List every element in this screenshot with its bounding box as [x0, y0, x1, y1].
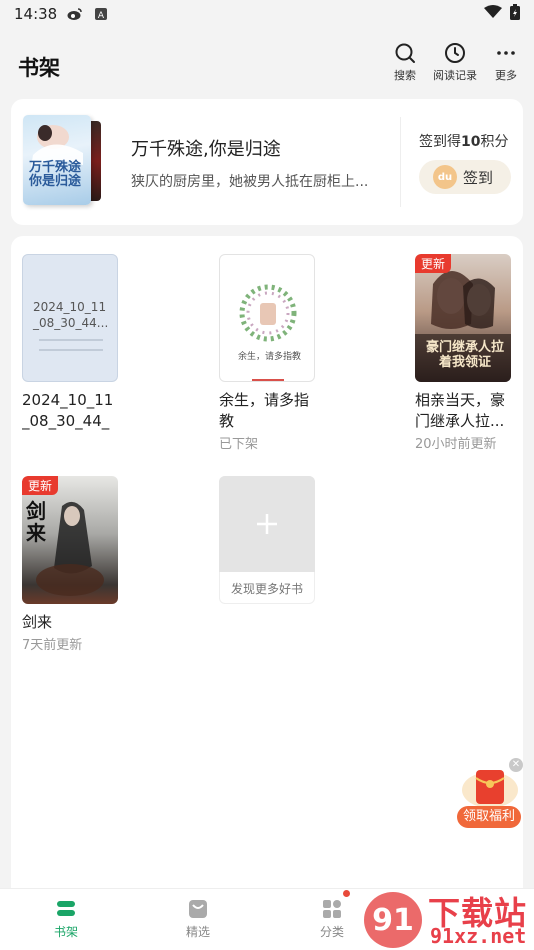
wifi-icon	[484, 5, 502, 23]
discover-more-books-button[interactable]: 发现更多好书	[219, 476, 315, 604]
featured-book[interactable]: 万千殊途你是归途	[23, 115, 119, 205]
page-title: 书架	[18, 56, 60, 80]
featured-cover-text: 万千殊途你是归途	[29, 160, 82, 189]
tab-label: 书架	[53, 925, 78, 939]
file-line	[39, 339, 103, 341]
signin-reward-text: 签到得10积分	[419, 134, 509, 150]
book-cover: 豪门继承人拉着我领证 更新	[415, 254, 511, 382]
search-button[interactable]: 搜索	[377, 42, 433, 83]
category-grid-icon	[323, 900, 341, 918]
watermark-site: 91xz.net	[430, 924, 527, 948]
reading-history-label: 阅读记录	[433, 69, 477, 82]
update-badge: 更新	[22, 476, 59, 495]
featured-card: 万千殊途你是归途 万千殊途,你是归途 狭仄的厨房里，她被男人抵在厨柜上... 签…	[11, 99, 523, 225]
accessibility-icon: A	[93, 7, 109, 21]
book-update-time: 20小时前更新	[415, 437, 497, 452]
status-time: 14:38	[14, 5, 58, 23]
more-label: 更多	[495, 69, 517, 82]
book-title: 余生，请多指教	[219, 391, 310, 430]
book-cover: 2024_10_11_08_30_44...	[22, 254, 118, 382]
update-badge: 更新	[415, 254, 452, 273]
divider	[400, 117, 401, 207]
featured-book-cover: 万千殊途你是归途	[23, 115, 91, 205]
book-cover-title: 余生，请多指教	[238, 352, 302, 362]
weibo-icon	[67, 7, 83, 21]
search-icon	[395, 43, 415, 63]
tab-label: 分类	[319, 925, 344, 939]
shelf-book[interactable]: 剑来 更新 剑来 7天前更新	[22, 476, 118, 653]
book-title: 相亲当天，豪门继承人拉...	[415, 391, 506, 430]
book-update-time: 7天前更新	[22, 638, 83, 653]
more-dots-icon	[497, 51, 515, 55]
reading-history-button[interactable]: 阅读记录	[427, 42, 483, 83]
coin-icon: du	[433, 165, 457, 189]
svg-text:A: A	[98, 11, 105, 20]
book-status: 已下架	[219, 437, 259, 452]
notification-dot	[343, 890, 350, 897]
status-bar: 14:38 A	[0, 0, 534, 28]
shelf-book[interactable]: 2024_10_11_08_30_44... 2024_10_11_08_30_…	[22, 254, 118, 432]
gift-label[interactable]: 领取福利	[457, 806, 521, 828]
bookshelf: 2024_10_11_08_30_44... 2024_10_11_08_30_…	[11, 236, 523, 896]
book-cover: 余生，请多指教	[219, 254, 315, 382]
add-icon	[219, 476, 315, 572]
book-title: 2024_10_11_08_30_44_1...	[22, 391, 114, 430]
clock-icon	[445, 43, 465, 63]
tab-category[interactable]: 分类	[297, 899, 367, 940]
file-line	[39, 349, 103, 351]
featured-bag-icon	[189, 900, 207, 918]
signin-points: 10	[461, 134, 481, 150]
header: 书架 搜索 阅读记录 更多	[0, 40, 534, 90]
book-cover: 剑来 更新	[22, 476, 118, 604]
bookshelf-icon	[57, 901, 75, 916]
signin-button[interactable]: du 签到	[419, 160, 511, 194]
more-button[interactable]: 更多	[478, 42, 534, 83]
shelf-book[interactable]: 余生，请多指教 余生，请多指教 已下架	[219, 254, 315, 452]
cover-art	[239, 284, 297, 381]
featured-book-title[interactable]: 万千殊途,你是归途	[131, 135, 281, 161]
featured-book-description: 狭仄的厨房里，她被男人抵在厨柜上...	[131, 174, 369, 190]
file-cover-text: 2024_10_11_08_30_44...	[33, 300, 109, 330]
close-icon[interactable]: ✕	[509, 758, 523, 772]
watermark: 91 下载站 91xz.net	[360, 886, 534, 950]
discover-more-label: 发现更多好书	[230, 581, 303, 596]
watermark-logo: 91	[364, 892, 422, 948]
battery-icon	[510, 4, 520, 24]
tab-featured[interactable]: 精选	[163, 899, 233, 940]
book-cover-title: 豪门继承人拉着我领证	[425, 340, 504, 370]
book-title: 剑来	[22, 613, 53, 631]
shelf-book[interactable]: 豪门继承人拉着我领证 更新 相亲当天，豪门继承人拉... 20小时前更新	[415, 254, 511, 452]
signin-button-label: 签到	[463, 168, 494, 187]
book-cover-title: 剑来	[26, 499, 46, 545]
tab-label: 精选	[185, 925, 210, 939]
tab-bookshelf[interactable]: 书架	[31, 899, 101, 940]
search-label: 搜索	[394, 69, 416, 82]
